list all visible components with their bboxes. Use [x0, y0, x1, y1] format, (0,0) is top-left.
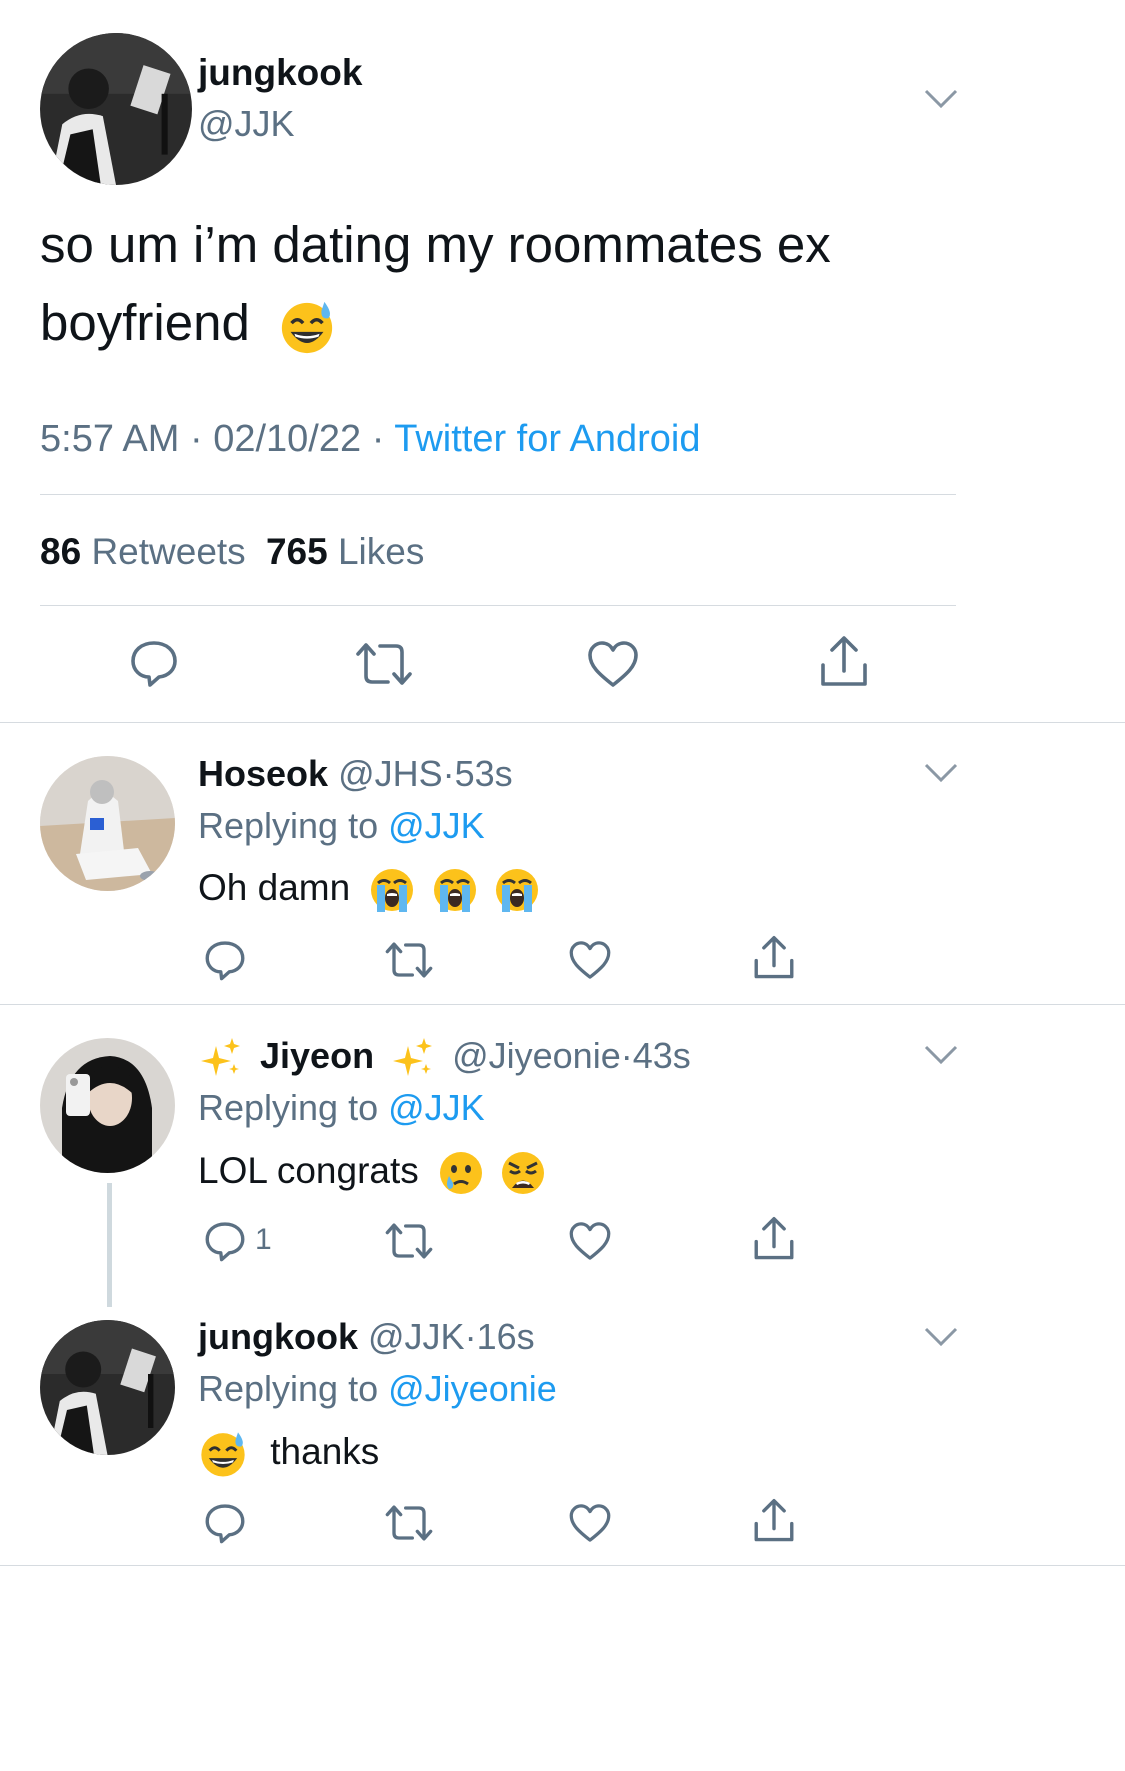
- sparkles-emoji: [198, 1036, 244, 1080]
- sweat-smile-emoji: [278, 298, 336, 356]
- share-icon[interactable]: [818, 635, 870, 689]
- chevron-down-icon[interactable]: [923, 1326, 959, 1348]
- author-avatar[interactable]: [40, 756, 175, 891]
- divider: [40, 605, 956, 606]
- reply-icon[interactable]: [203, 1219, 247, 1263]
- chevron-down-icon[interactable]: [923, 1044, 959, 1066]
- share-icon[interactable]: [752, 1216, 796, 1262]
- author-avatar[interactable]: [40, 33, 192, 185]
- separator: ·: [620, 1035, 633, 1076]
- reply-count: 1: [255, 1223, 272, 1256]
- likes-count: 765: [265, 531, 328, 572]
- heart-icon[interactable]: [568, 1503, 612, 1543]
- crying-face-emoji: [437, 1149, 485, 1197]
- likes-stat[interactable]: 765 Likes: [266, 531, 424, 572]
- reply-time: 53s: [454, 753, 513, 794]
- replying-to-label: Replying to: [198, 1087, 379, 1128]
- divider: [0, 1004, 1125, 1005]
- retweets-label: Retweets: [91, 531, 246, 572]
- chevron-down-icon[interactable]: [923, 762, 959, 784]
- replying-to: Replying to @Jiyeonie: [198, 1368, 557, 1410]
- replying-to-handle[interactable]: @JJK: [388, 1087, 485, 1128]
- tweet-text-line2: boyfriend: [40, 294, 250, 351]
- author-name[interactable]: jungkook: [198, 52, 362, 94]
- heart-icon[interactable]: [586, 640, 640, 688]
- separator: ·: [189, 418, 203, 460]
- tweet-date: 02/10/22: [213, 418, 362, 460]
- author-name[interactable]: Hoseok: [198, 753, 328, 794]
- author-handle[interactable]: @JJK: [368, 1316, 465, 1357]
- likes-label: Likes: [337, 531, 425, 572]
- separator: ·: [371, 418, 385, 460]
- retweet-icon[interactable]: [384, 1503, 434, 1543]
- reply-text: LOL congrats: [198, 1150, 419, 1191]
- author-handle[interactable]: @Jiyeonie: [452, 1035, 621, 1076]
- tweet-meta: 5:57 AM · 02/10/22 · Twitter for Android: [40, 418, 700, 461]
- author-avatar[interactable]: [40, 1320, 175, 1455]
- author-avatar[interactable]: [40, 1038, 175, 1173]
- retweet-icon[interactable]: [384, 940, 434, 980]
- reply-header: Hoseok @JHS·53s: [198, 753, 513, 795]
- retweets-count: 86: [40, 531, 82, 572]
- tweet-stats: 86 Retweets 765 Likes: [40, 531, 424, 573]
- replying-to-label: Replying to: [198, 805, 379, 846]
- heart-icon[interactable]: [568, 940, 612, 980]
- replying-to-handle[interactable]: @JJK: [388, 805, 485, 846]
- replying-to: Replying to @JJK: [198, 1087, 485, 1129]
- divider: [0, 1565, 1125, 1566]
- reply-text: Oh damn: [198, 867, 351, 908]
- replying-to-handle[interactable]: @Jiyeonie: [388, 1368, 557, 1409]
- tweet-text-line2-container: boyfriend: [40, 293, 336, 356]
- share-icon[interactable]: [752, 935, 796, 981]
- author-handle[interactable]: @JJK: [198, 103, 295, 145]
- replying-to-label: Replying to: [198, 1368, 379, 1409]
- separator: ·: [442, 753, 455, 794]
- divider: [40, 494, 956, 495]
- author-handle[interactable]: @JHS: [338, 753, 443, 794]
- reply-header: Jiyeon @Jiyeonie·43s: [198, 1034, 691, 1080]
- retweets-stat[interactable]: 86 Retweets: [40, 531, 256, 572]
- retweet-icon[interactable]: [354, 640, 414, 688]
- heart-icon[interactable]: [568, 1221, 612, 1261]
- loudly-crying-emoji: [431, 866, 479, 914]
- reply-icon[interactable]: [203, 938, 247, 982]
- retweet-icon[interactable]: [384, 1221, 434, 1261]
- sparkles-emoji: [390, 1036, 436, 1080]
- reply-header: jungkook @JJK·16s: [198, 1316, 535, 1358]
- thread-connector: [107, 1183, 112, 1307]
- reply-text-container: Oh damn: [198, 862, 541, 914]
- chevron-down-icon[interactable]: [923, 88, 959, 110]
- loudly-crying-emoji: [368, 866, 416, 914]
- reply-text-container: LOL congrats: [198, 1145, 547, 1197]
- reply-icon[interactable]: [203, 1501, 247, 1545]
- tweet-text-line1: so um i’m dating my roommates ex: [40, 216, 831, 273]
- reply-text: thanks: [270, 1431, 380, 1472]
- author-name[interactable]: Jiyeon: [260, 1035, 374, 1076]
- reply-time: 16s: [476, 1316, 535, 1357]
- reply-time: 43s: [632, 1035, 691, 1076]
- author-name[interactable]: jungkook: [198, 1316, 358, 1357]
- separator: ·: [464, 1316, 477, 1357]
- replying-to: Replying to @JJK: [198, 805, 485, 847]
- divider: [0, 722, 1125, 723]
- reply-icon[interactable]: [128, 637, 180, 689]
- share-icon[interactable]: [752, 1498, 796, 1544]
- weary-face-emoji: [499, 1149, 547, 1197]
- tweet-source[interactable]: Twitter for Android: [394, 418, 700, 460]
- loudly-crying-emoji: [493, 866, 541, 914]
- reply-text-container: thanks: [198, 1426, 379, 1479]
- tweet-time: 5:57 AM: [40, 418, 180, 460]
- sweat-smile-emoji: [198, 1429, 248, 1479]
